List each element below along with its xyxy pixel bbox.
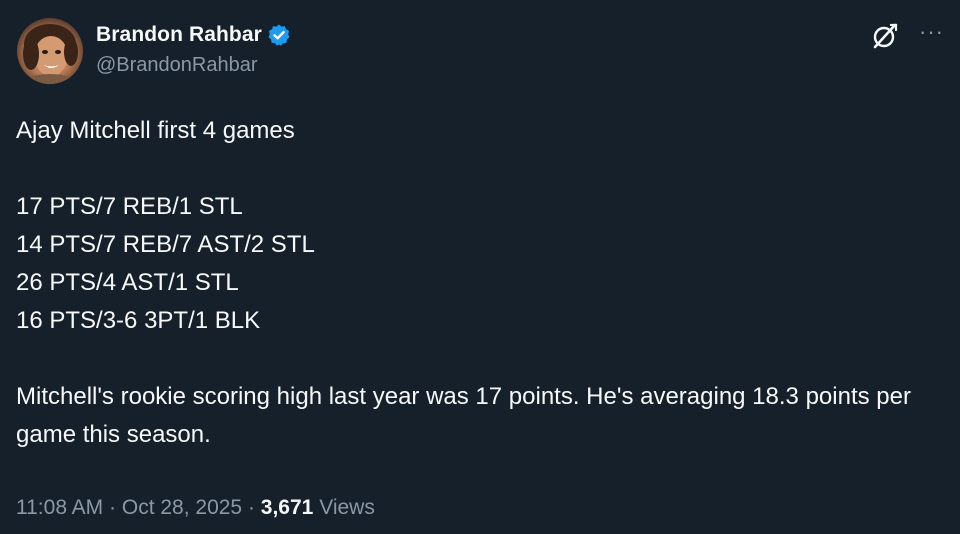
tweet-meta: 11:08 AM · Oct 28, 2025 · 3,671 Views <box>16 496 375 520</box>
tweet: Brandon Rahbar @BrandonRahbar ··· Ajay M… <box>0 0 960 534</box>
display-name[interactable]: Brandon Rahbar <box>96 23 262 47</box>
grok-icon[interactable] <box>871 22 899 50</box>
avatar[interactable] <box>17 18 83 84</box>
stat-line: 14 PTS/7 REB/7 AST/2 STL <box>16 231 315 258</box>
stat-line: 26 PTS/4 AST/1 STL <box>16 269 239 296</box>
meta-separator: · <box>109 496 117 519</box>
display-name-row: Brandon Rahbar <box>96 20 291 50</box>
stat-line: 17 PTS/7 REB/1 STL <box>16 193 243 220</box>
tweet-date[interactable]: Oct 28, 2025 <box>122 496 242 519</box>
views-count[interactable]: 3,671 <box>261 496 314 519</box>
handle[interactable]: @BrandonRahbar <box>96 54 291 77</box>
verified-badge-icon <box>267 23 291 47</box>
author-info: Brandon Rahbar @BrandonRahbar <box>96 20 291 77</box>
tweet-text: Ajay Mitchell first 4 games 17 PTS/7 REB… <box>16 112 946 454</box>
tweet-time[interactable]: 11:08 AM <box>16 496 103 519</box>
more-options-icon[interactable]: ··· <box>919 21 944 43</box>
tweet-actions-top: ··· <box>871 21 944 50</box>
tweet-closing: Mitchell's rookie scoring high last year… <box>16 383 911 448</box>
meta-separator: · <box>247 496 255 519</box>
stat-line: 16 PTS/3-6 3PT/1 BLK <box>16 307 261 334</box>
views-label: Views <box>319 496 375 519</box>
tweet-intro: Ajay Mitchell first 4 games <box>16 117 295 144</box>
